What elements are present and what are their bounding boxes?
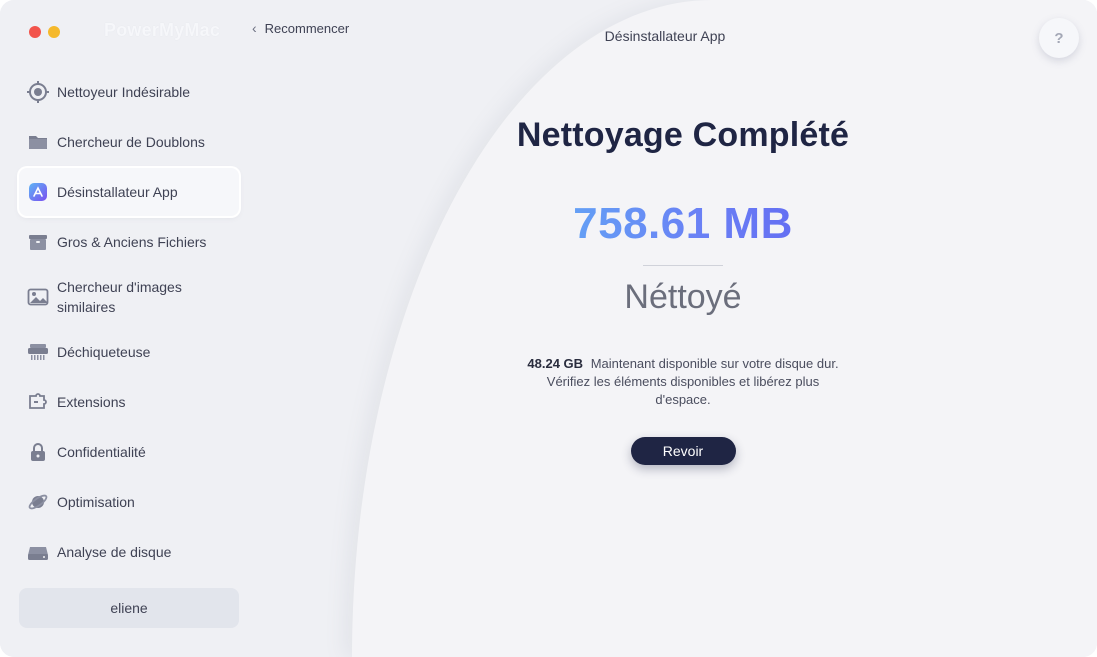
sidebar-item-label: Nettoyeur Indésirable <box>57 84 191 100</box>
sidebar-item-shredder[interactable]: Déchiqueteuse <box>19 328 239 376</box>
shredder-icon <box>27 341 49 363</box>
sidebar-item-uninstaller[interactable]: Désinstallateur App <box>19 168 239 216</box>
question-mark-icon: ? <box>1054 29 1064 47</box>
sidebar: PowerMyMac Nettoyeur Indésirable Cherche… <box>0 0 360 657</box>
lock-icon <box>27 441 49 463</box>
result-panel: Nettoyage Complété 758.61 MB Néttoyé 48.… <box>483 110 883 465</box>
description-text: Maintenant disponible sur votre disque d… <box>546 356 839 407</box>
sidebar-item-duplicates[interactable]: Chercheur de Doublons <box>19 118 239 166</box>
sidebar-item-label: Chercheur de Doublons <box>57 134 205 150</box>
cleaned-amount: 758.61 MB <box>483 199 883 249</box>
help-button[interactable]: ? <box>1039 18 1079 58</box>
hard-drive-icon <box>27 541 49 563</box>
sidebar-item-label: Chercheur d'images similaires <box>57 279 182 315</box>
archive-box-icon <box>27 231 49 253</box>
sidebar-item-label: Analyse de disque <box>57 544 172 560</box>
window-title: Désinstallateur App <box>604 28 726 44</box>
sidebar-item-privacy[interactable]: Confidentialité <box>19 428 239 476</box>
review-button[interactable]: Revoir <box>630 437 736 465</box>
cleaned-status: Néttoyé <box>624 278 742 316</box>
folder-icon <box>27 131 49 153</box>
sidebar-item-label: Optimisation <box>57 494 135 510</box>
available-size: 48.24 GB <box>527 356 584 371</box>
sidebar-item-large-files[interactable]: Gros & Anciens Fichiers <box>19 218 239 266</box>
sidebar-item-similar-images[interactable]: Chercheur d'images similaires <box>19 268 239 326</box>
app-window: PowerMyMac Nettoyeur Indésirable Cherche… <box>0 0 1097 657</box>
sidebar-item-junk[interactable]: Nettoyeur Indésirable <box>19 68 239 116</box>
app-store-icon <box>27 181 49 203</box>
sidebar-item-disk-analysis[interactable]: Analyse de disque <box>19 528 239 576</box>
result-description: 48.24 GB Maintenant disponible sur votre… <box>518 355 848 409</box>
sidebar-item-label: Gros & Anciens Fichiers <box>57 234 207 250</box>
sidebar-item-label: Extensions <box>57 394 126 410</box>
user-account-button[interactable]: eliene <box>19 588 239 628</box>
puzzle-icon <box>27 391 49 413</box>
result-heading: Nettoyage Complété <box>516 116 850 154</box>
sidebar-item-label: Confidentialité <box>57 444 146 460</box>
divider <box>643 265 723 266</box>
planet-icon <box>27 491 49 513</box>
sidebar-item-label: Désinstallateur App <box>57 184 178 200</box>
target-icon <box>27 81 49 103</box>
sidebar-item-extensions[interactable]: Extensions <box>19 378 239 426</box>
image-icon <box>27 286 49 308</box>
sidebar-nav: Nettoyeur Indésirable Chercheur de Doubl… <box>19 68 239 578</box>
sidebar-item-optimization[interactable]: Optimisation <box>19 478 239 526</box>
sidebar-item-label: Déchiqueteuse <box>57 344 151 360</box>
